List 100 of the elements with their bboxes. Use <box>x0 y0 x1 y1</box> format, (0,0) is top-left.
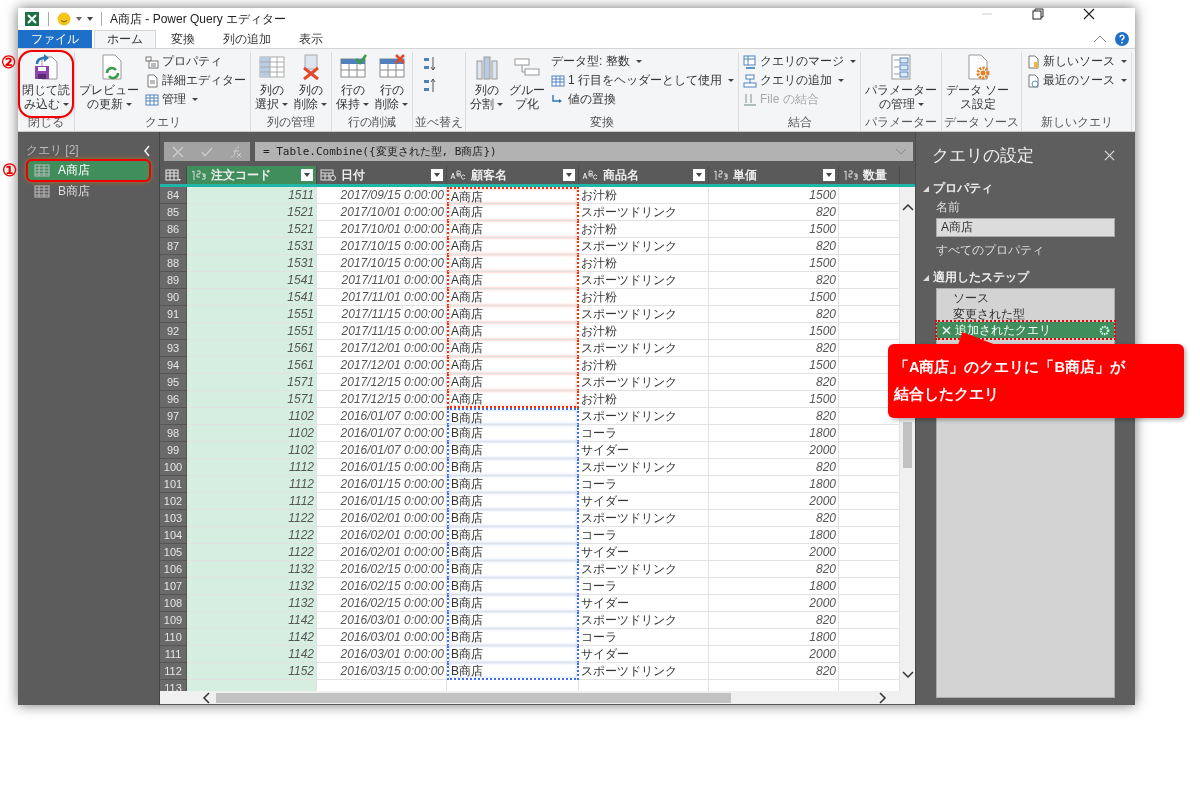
table-cell: 2016/03/01 0:00:00 <box>317 629 447 646</box>
table-cell: コーラ <box>579 578 709 595</box>
scroll-left-icon[interactable] <box>202 691 210 704</box>
ribbon-button[interactable]: 1 行目をヘッダーとして使用 <box>549 71 736 90</box>
ribbon-button[interactable]: データ型: 整数 <box>549 52 736 71</box>
table-cell: 1500 <box>709 221 839 238</box>
column-header[interactable]: 単価 <box>709 166 839 184</box>
ribbon-button[interactable]: プロパティ <box>143 52 248 71</box>
ribbon-button[interactable]: クエリの追加 <box>741 71 858 90</box>
calendar-icon[interactable] <box>320 169 336 181</box>
number-type-icon[interactable] <box>190 169 206 181</box>
table-cell: 2016/02/15 0:00:00 <box>317 561 447 578</box>
row-number: 112 <box>160 663 187 680</box>
scrollbar-thumb[interactable] <box>903 422 912 468</box>
table-cell: A商店 <box>447 187 579 204</box>
text-type-icon[interactable] <box>450 169 466 181</box>
sort-descending-icon[interactable] <box>423 78 437 94</box>
all-properties-link[interactable]: すべてのプロパティ <box>936 242 1115 259</box>
caret-icon[interactable] <box>76 17 82 21</box>
ribbon-button[interactable]: 列の 分割 <box>468 52 505 116</box>
row-number: 100 <box>160 459 187 476</box>
filter-button[interactable] <box>823 169 835 181</box>
table-menu-icon[interactable] <box>165 169 181 181</box>
ribbon-tab[interactable]: 列の追加 <box>210 30 284 48</box>
append-icon <box>743 73 757 88</box>
number-type-icon[interactable] <box>712 169 728 181</box>
row-number: 87 <box>160 238 187 255</box>
spreadsheet-icon[interactable] <box>24 11 40 27</box>
scroll-right-icon[interactable] <box>879 691 887 704</box>
formula-field[interactable]: = Table.Combine({変更された型, B商店}) <box>255 142 913 161</box>
table-cell: 2017/11/15 0:00:00 <box>317 323 447 340</box>
table-cell: 1561 <box>187 357 317 374</box>
column-header[interactable]: 日付 <box>317 166 447 184</box>
ribbon-tab[interactable]: 表示 <box>286 30 336 48</box>
column-header[interactable]: 商品名 <box>579 166 709 184</box>
collapse-icon[interactable] <box>1093 34 1107 44</box>
check-icon[interactable] <box>201 145 213 158</box>
scroll-up-icon[interactable] <box>901 203 914 211</box>
ribbon-button[interactable]: 列の 選択 <box>253 52 290 116</box>
close-icon[interactable] <box>1104 150 1115 161</box>
table-cell: 1800 <box>709 629 839 646</box>
ribbon-button[interactable]: 列の 削除 <box>292 52 329 116</box>
table-cell: B商店 <box>447 629 579 646</box>
ribbon-tab[interactable]: ホーム <box>94 30 156 48</box>
table-cell: 1122 <box>187 544 317 561</box>
customize-icon[interactable] <box>87 17 93 21</box>
step-marker: ② <box>1 54 16 72</box>
table-cell: 1800 <box>709 425 839 442</box>
ribbon-button[interactable]: プレビュー の更新 <box>77 52 141 116</box>
collapse-icon[interactable] <box>923 185 929 192</box>
table-cell: 820 <box>709 459 839 476</box>
column-header[interactable]: 数量 <box>839 166 900 184</box>
ribbon-button[interactable]: 閉じて読 み込む <box>20 52 72 116</box>
query-item[interactable]: B商店 <box>28 182 149 201</box>
table-cell: お汁粉 <box>579 391 709 408</box>
column-header[interactable]: 顧客名 <box>447 166 579 184</box>
table-cell: A商店 <box>447 357 579 374</box>
columns-icon <box>257 53 286 81</box>
table-cell: 2016/01/15 0:00:00 <box>317 476 447 493</box>
table-cell: 1500 <box>709 357 839 374</box>
filter-button[interactable] <box>431 169 443 181</box>
ribbon-button[interactable]: パラメーター の管理 <box>863 52 939 116</box>
smiley-icon[interactable] <box>57 12 71 26</box>
gear-icon[interactable] <box>1099 324 1110 336</box>
ribbon-button[interactable]: データ ソー ス設定 <box>944 52 1012 116</box>
row-number: 95 <box>160 374 187 391</box>
text-type-icon[interactable] <box>582 169 598 181</box>
table-cell: 2016/01/15 0:00:00 <box>317 493 447 510</box>
help-icon[interactable] <box>1115 32 1129 46</box>
ribbon-tab[interactable]: ファイル <box>18 30 92 48</box>
table-cell: 1142 <box>187 646 317 663</box>
step-item[interactable]: 変更された型 <box>937 306 1114 322</box>
ribbon-button[interactable]: 詳細エディター <box>143 71 248 90</box>
name-field[interactable]: A商店 <box>936 218 1115 237</box>
table-cell: 2017/11/15 0:00:00 <box>317 306 447 323</box>
ribbon-button[interactable]: 管理 <box>143 90 248 109</box>
horizontal-scrollbar[interactable] <box>160 691 915 704</box>
filter-button[interactable] <box>563 169 575 181</box>
filter-button[interactable] <box>693 169 705 181</box>
row-number: 105 <box>160 544 187 561</box>
number-type-icon[interactable] <box>842 169 858 181</box>
ribbon-button[interactable]: クエリのマージ <box>741 52 858 71</box>
ribbon-button[interactable]: 最近のソース <box>1024 71 1130 90</box>
query-item[interactable]: A商店 <box>28 161 149 180</box>
delete-icon[interactable] <box>942 325 951 335</box>
ribbon-button[interactable]: 新しいソース <box>1024 52 1130 71</box>
scroll-down-icon[interactable] <box>901 671 914 679</box>
filter-button[interactable] <box>301 169 313 181</box>
ribbon-button[interactable]: グルー プ化 <box>507 52 547 116</box>
step-item[interactable]: ソース <box>937 290 1114 306</box>
collapse-icon[interactable] <box>923 274 929 281</box>
row-number: 98 <box>160 425 187 442</box>
ribbon-tab[interactable]: 変換 <box>158 30 208 48</box>
scrollbar-thumb[interactable] <box>216 692 731 703</box>
ribbon-button[interactable]: 行の 削除 <box>373 52 410 116</box>
ribbon-button[interactable]: 行の 保持 <box>334 52 371 116</box>
table-cell: お汁粉 <box>579 255 709 272</box>
table-cell: 820 <box>709 561 839 578</box>
sort-ascending-icon[interactable] <box>423 56 437 72</box>
ribbon-button[interactable]: 値の置換 <box>549 90 736 109</box>
